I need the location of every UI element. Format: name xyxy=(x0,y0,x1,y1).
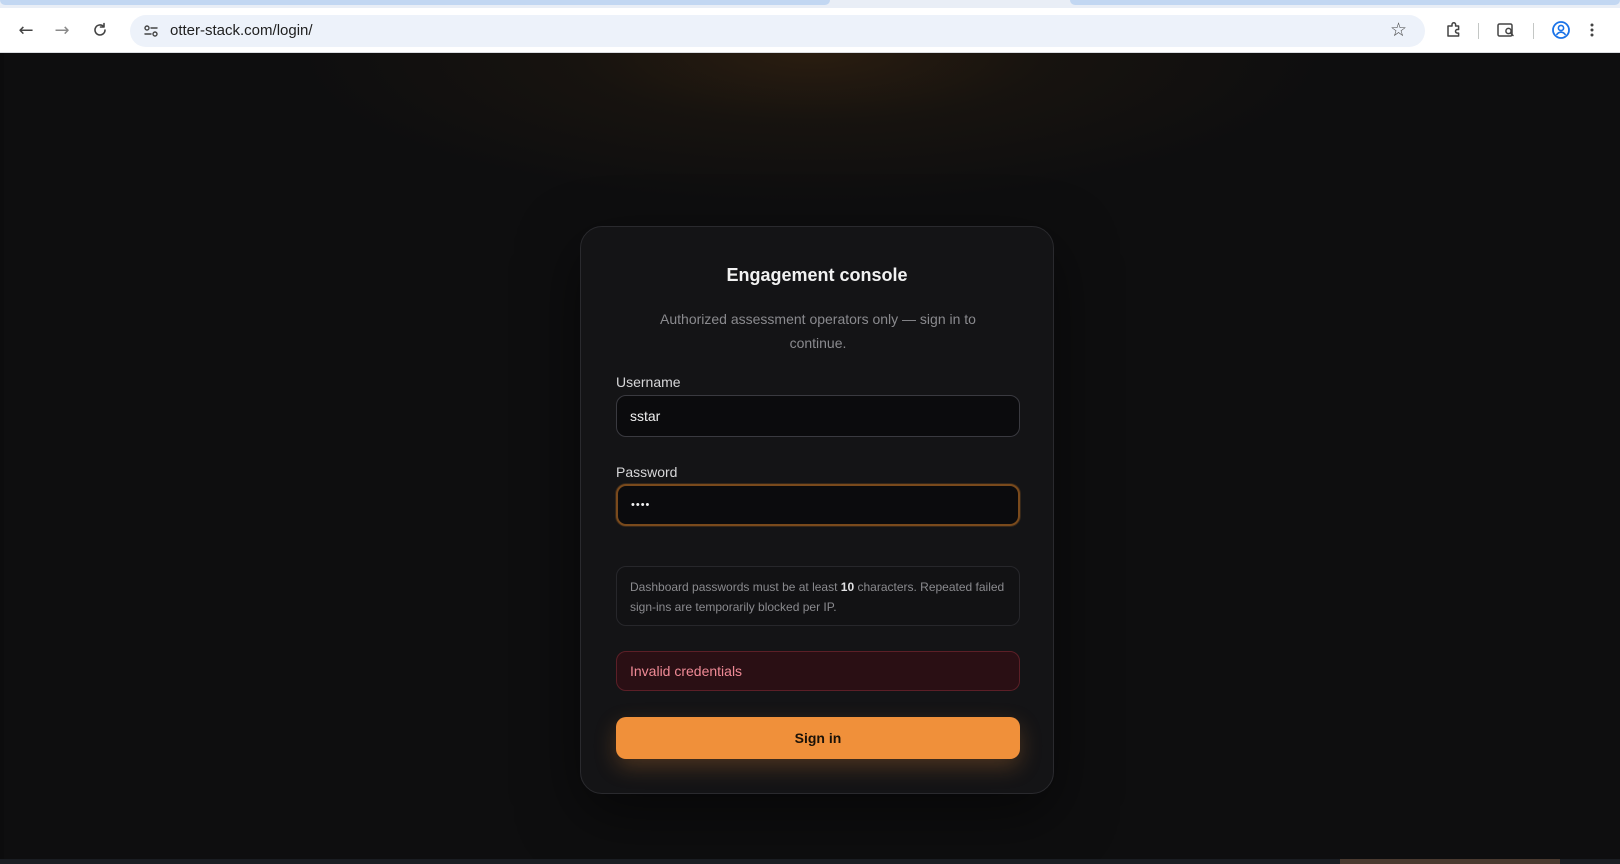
error-alert: Invalid credentials xyxy=(616,651,1020,691)
extensions-button[interactable] xyxy=(1441,17,1467,43)
reload-icon xyxy=(94,22,106,36)
password-value: •••• xyxy=(631,499,651,511)
hint-text-start: Dashboard passwords must be at least xyxy=(630,580,841,594)
extensions-icon xyxy=(1447,21,1460,37)
sign-in-label: Sign in xyxy=(794,730,842,746)
toolbar-divider xyxy=(1533,23,1534,39)
password-policy-hint: Dashboard passwords must be at least 10 … xyxy=(616,566,1020,626)
back-arrow-icon: ← xyxy=(18,19,34,41)
back-button[interactable]: ← xyxy=(12,16,40,44)
reading-list-button[interactable] xyxy=(1493,17,1519,43)
site-info-icon xyxy=(144,25,158,37)
reading-list-icon xyxy=(1497,23,1514,37)
site-info-button[interactable] xyxy=(140,20,162,42)
tab-strip xyxy=(0,0,1620,8)
bookmark-star-icon[interactable]: ☆ xyxy=(1390,19,1407,41)
username-value: sstar xyxy=(630,408,661,424)
reload-button[interactable] xyxy=(86,16,114,44)
username-field[interactable]: sstar xyxy=(616,395,1020,437)
profile-icon xyxy=(1552,21,1570,39)
profile-button[interactable] xyxy=(1548,17,1574,43)
browser-toolbar: ← → otter-stack.com/login/ ☆ xyxy=(0,8,1620,53)
tab-inactive-right[interactable] xyxy=(1070,0,1620,5)
page-title: Engagement console xyxy=(726,265,908,285)
more-menu-button[interactable] xyxy=(1582,17,1602,43)
username-label: Username xyxy=(616,374,681,390)
address-bar[interactable]: otter-stack.com/login/ ☆ xyxy=(130,15,1425,47)
bottom-edge-thumbnail xyxy=(1340,859,1560,864)
password-field[interactable]: •••• xyxy=(616,484,1020,526)
login-card: Engagement console Authorized assessment… xyxy=(580,226,1054,794)
page-viewport: Engagement console Authorized assessment… xyxy=(4,53,1620,859)
hint-min-length: 10 xyxy=(840,580,855,594)
url-text[interactable]: otter-stack.com/login/ xyxy=(170,22,313,39)
forward-arrow-icon: → xyxy=(54,19,70,41)
error-message: Invalid credentials xyxy=(630,663,743,679)
sign-in-button[interactable]: Sign in xyxy=(616,717,1020,759)
more-menu-icon xyxy=(1590,23,1594,37)
tab-inactive-left[interactable] xyxy=(0,0,830,5)
toolbar-divider xyxy=(1478,23,1479,39)
forward-button[interactable]: → xyxy=(48,16,76,44)
page-subtitle: Authorized assessment operators only — s… xyxy=(660,311,976,351)
password-label: Password xyxy=(616,464,678,480)
